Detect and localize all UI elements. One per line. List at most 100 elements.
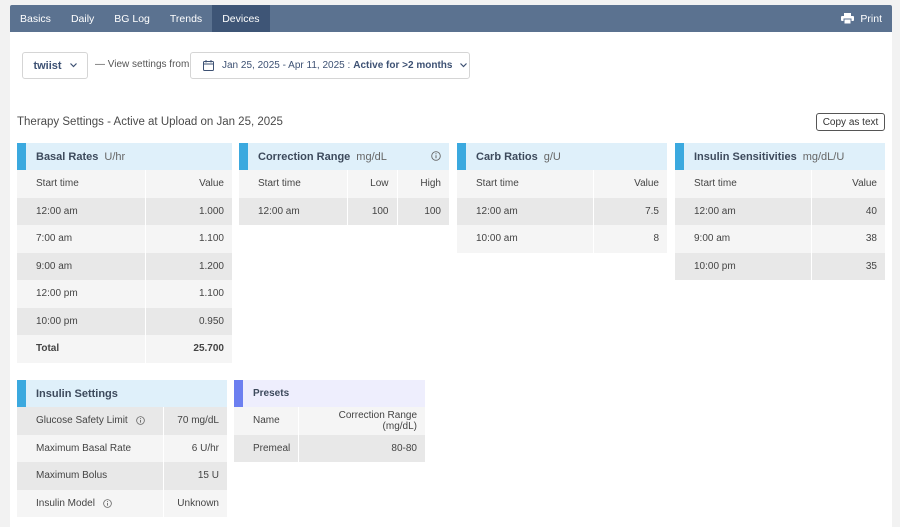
table-row: Insulin Model Unknown xyxy=(17,489,227,517)
setting-value: 6 U/hr xyxy=(162,434,227,462)
table-row: 12:00 am 40 xyxy=(675,197,885,225)
accent-bar xyxy=(17,380,26,407)
table-header-row: Start time Value xyxy=(457,170,667,198)
table-row: 7:00 am 1.100 xyxy=(17,225,232,253)
insulin-settings-panel: Insulin Settings Glucose Safety Limit 70… xyxy=(17,380,227,517)
calendar-icon xyxy=(203,60,214,71)
tab-trends[interactable]: Trends xyxy=(160,5,212,32)
table-row: 12:00 am 100 100 xyxy=(239,197,449,225)
table-row: 10:00 pm 0.950 xyxy=(17,307,232,335)
table-row: 10:00 am 8 xyxy=(457,225,667,253)
basal-value: 0.950 xyxy=(144,307,232,335)
column-header: Start time xyxy=(675,170,811,198)
tab-basics[interactable]: Basics xyxy=(10,5,61,32)
start-time: 10:00 pm xyxy=(17,307,145,335)
presets-panel: Presets Name Correction Range (mg/dL) Pr… xyxy=(234,380,425,462)
preset-name: Premeal xyxy=(234,434,299,462)
start-time: 10:00 pm xyxy=(675,252,811,280)
setting-label: Maximum Basal Rate xyxy=(17,434,163,462)
pump-select[interactable]: twiist xyxy=(22,52,88,79)
column-header: Start time xyxy=(457,170,593,198)
correction-range-unit: mg/dL xyxy=(356,150,387,163)
total-row: Total 25.700 xyxy=(17,335,232,363)
column-header: Name xyxy=(234,407,299,435)
start-time: 7:00 am xyxy=(17,225,145,253)
table-header-row: Start time Value xyxy=(17,170,232,198)
basal-value: 1.100 xyxy=(144,280,232,308)
info-icon[interactable] xyxy=(431,151,441,161)
table-row: 12:00 pm 1.100 xyxy=(17,280,232,308)
correction-range-title: Correction Range xyxy=(258,150,351,163)
basal-value: 1.100 xyxy=(144,225,232,253)
table-header-row: Name Correction Range (mg/dL) xyxy=(234,407,425,435)
tab-devices[interactable]: Devices xyxy=(212,5,270,32)
column-header: Start time xyxy=(17,170,145,198)
accent-bar xyxy=(675,143,684,170)
column-header: Start time xyxy=(239,170,347,198)
total-value: 25.700 xyxy=(144,335,232,363)
printer-icon xyxy=(841,13,855,24)
carb-ratios-title: Carb Ratios xyxy=(476,150,538,163)
carb-ratios-header: Carb Ratios g/U xyxy=(457,143,667,170)
presets-table: Name Correction Range (mg/dL) Premeal 80… xyxy=(234,407,425,462)
print-label: Print xyxy=(860,12,882,25)
table-row: Maximum Basal Rate 6 U/hr xyxy=(17,434,227,462)
active-duration: Active for >2 months xyxy=(353,60,453,71)
view-settings-label: — View settings from xyxy=(95,59,190,70)
table-row: Glucose Safety Limit 70 mg/dL xyxy=(17,407,227,435)
chevron-down-icon xyxy=(69,63,77,68)
insulin-sensitivities-unit: mg/dL/U xyxy=(802,150,845,163)
date-range-select[interactable]: Jan 25, 2025 - Apr 11, 2025 : Active for… xyxy=(190,52,470,79)
basal-rates-table: Start time Value 12:00 am 1.000 7:00 am … xyxy=(17,170,232,363)
print-button[interactable]: Print xyxy=(835,5,892,32)
table-row: 9:00 am 1.200 xyxy=(17,252,232,280)
table-row: 9:00 am 38 xyxy=(675,225,885,253)
accent-bar xyxy=(17,143,26,170)
carb-ratios-panel: Carb Ratios g/U Start time Value 12:00 a… xyxy=(457,143,667,253)
sensitivity-value: 35 xyxy=(810,252,885,280)
total-label: Total xyxy=(17,335,145,363)
top-nav: Basics Daily BG Log Trends Devices Print xyxy=(10,5,892,32)
basal-rates-unit: U/hr xyxy=(104,150,126,163)
info-icon[interactable] xyxy=(102,498,112,508)
accent-bar xyxy=(457,143,466,170)
correction-range-table: Start time Low High 12:00 am 100 100 xyxy=(239,170,449,225)
table-row: 12:00 am 1.000 xyxy=(17,197,232,225)
setting-label: Insulin Model xyxy=(17,489,163,517)
devices-content: twiist — View settings from Jan 25, 2025… xyxy=(10,32,892,527)
table-row: Premeal 80-80 xyxy=(234,434,425,462)
setting-label: Glucose Safety Limit xyxy=(17,407,163,435)
carb-ratios-unit: g/U xyxy=(543,150,561,163)
column-header: Value xyxy=(144,170,232,198)
therapy-settings-title: Therapy Settings - Active at Upload on J… xyxy=(17,116,283,128)
setting-value: Unknown xyxy=(162,489,227,517)
table-row: 12:00 am 7.5 xyxy=(457,197,667,225)
sensitivity-value: 40 xyxy=(810,197,885,225)
copy-as-text-button[interactable]: Copy as text xyxy=(816,113,885,131)
date-range-text: Jan 25, 2025 - Apr 11, 2025 : xyxy=(222,60,351,71)
insulin-sensitivities-panel: Insulin Sensitivities mg/dL/U Start time… xyxy=(675,143,885,280)
preset-accent-bar xyxy=(234,380,243,407)
info-icon[interactable] xyxy=(135,416,145,425)
insulin-settings-title: Insulin Settings xyxy=(36,387,118,400)
basal-rates-title: Basal Rates xyxy=(36,150,99,163)
tab-daily[interactable]: Daily xyxy=(61,5,104,32)
carb-ratio-value: 8 xyxy=(592,225,667,253)
table-header-row: Start time Value xyxy=(675,170,885,198)
start-time: 12:00 am xyxy=(239,197,347,225)
sensitivity-value: 38 xyxy=(810,225,885,253)
setting-value: 15 U xyxy=(162,462,227,490)
carb-ratios-table: Start time Value 12:00 am 7.5 10:00 am 8 xyxy=(457,170,667,253)
column-header: Value xyxy=(592,170,667,198)
table-row: 10:00 pm 35 xyxy=(675,252,885,280)
insulin-sensitivities-title: Insulin Sensitivities xyxy=(694,150,797,163)
accent-bar xyxy=(239,143,248,170)
basal-rates-panel: Basal Rates U/hr Start time Value 12:00 … xyxy=(17,143,232,363)
column-header: Correction Range (mg/dL) xyxy=(298,407,425,435)
carb-ratio-value: 7.5 xyxy=(592,197,667,225)
tab-bg-log[interactable]: BG Log xyxy=(104,5,160,32)
basal-rates-header: Basal Rates U/hr xyxy=(17,143,232,170)
presets-title: Presets xyxy=(253,388,290,399)
column-header: Low xyxy=(346,170,397,198)
insulin-settings-header: Insulin Settings xyxy=(17,380,227,407)
